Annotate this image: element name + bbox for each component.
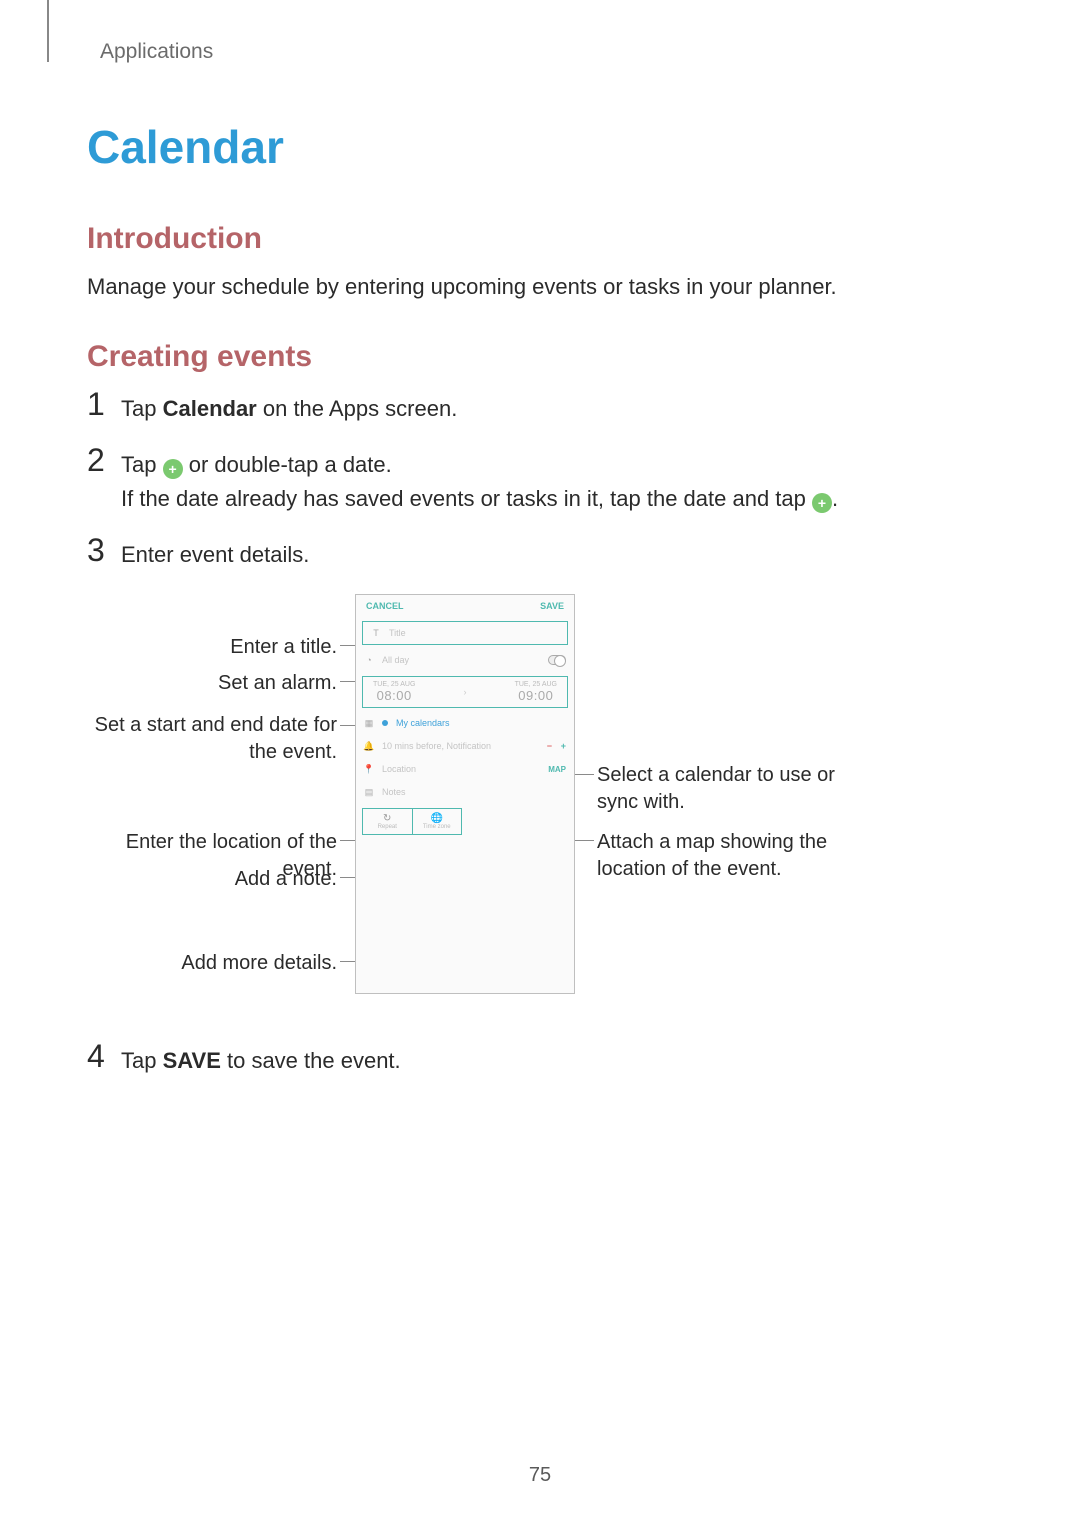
bell-icon: 🔔 bbox=[364, 741, 374, 751]
globe-icon: 🌐 bbox=[413, 813, 462, 824]
step-text: or double-tap a date. bbox=[183, 452, 392, 477]
step-number: 1 bbox=[87, 388, 121, 420]
allday-label: All day bbox=[382, 655, 409, 665]
more-details-row: ↻ Repeat 🌐 Time zone bbox=[362, 808, 462, 835]
phone-top-bar: CANCEL SAVE bbox=[356, 595, 574, 617]
page-tab-marker bbox=[47, 0, 49, 62]
start-time-block[interactable]: TUE, 25 AUG 08:00 bbox=[373, 681, 415, 703]
step-text: If the date already has saved events or … bbox=[121, 486, 812, 511]
page-title: Calendar bbox=[87, 120, 985, 174]
step-4: 4 Tap SAVE to save the event. bbox=[87, 1044, 985, 1078]
allday-toggle[interactable] bbox=[548, 655, 566, 665]
calendar-icon: ▦ bbox=[364, 718, 374, 728]
page-number: 75 bbox=[0, 1464, 1080, 1487]
note-icon: ▤ bbox=[364, 787, 374, 797]
start-date-label: TUE, 25 AUG bbox=[373, 681, 415, 688]
step-text: Tap bbox=[121, 452, 163, 477]
timezone-label: Time zone bbox=[413, 824, 462, 830]
callout-select-calendar: Select a calendar to use or sync with. bbox=[597, 762, 857, 816]
intro-text: Manage your schedule by entering upcomin… bbox=[87, 274, 985, 300]
location-placeholder: Location bbox=[382, 764, 416, 774]
callout-enter-title: Enter a title. bbox=[87, 634, 337, 661]
pin-icon: 📍 bbox=[364, 764, 374, 774]
step-text: to save the event. bbox=[221, 1048, 401, 1073]
step-number: 3 bbox=[87, 534, 121, 566]
step-1: 1 Tap Calendar on the Apps screen. bbox=[87, 392, 985, 426]
step-text-bold: SAVE bbox=[163, 1048, 221, 1073]
title-placeholder: Title bbox=[389, 628, 406, 638]
notification-row[interactable]: 🔔 10 mins before, Notification − + bbox=[356, 735, 574, 758]
step-text: Tap bbox=[121, 396, 163, 421]
step-text: Enter event details. bbox=[121, 542, 309, 567]
title-field[interactable]: T Title bbox=[362, 621, 568, 645]
time-range-row[interactable]: TUE, 25 AUG 08:00 › TUE, 25 AUG 09:00 bbox=[362, 676, 568, 708]
repeat-button[interactable]: ↻ Repeat bbox=[363, 809, 413, 834]
plus-icon: + bbox=[812, 493, 832, 513]
step-text: Tap bbox=[121, 1048, 163, 1073]
end-date-label: TUE, 25 AUG bbox=[515, 681, 557, 688]
step-text: on the Apps screen. bbox=[257, 396, 458, 421]
callout-attach-map: Attach a map showing the location of the… bbox=[597, 829, 857, 883]
location-row[interactable]: 📍 Location MAP bbox=[356, 758, 574, 781]
remove-notification-button[interactable]: − bbox=[547, 741, 552, 751]
callout-set-alarm: Set an alarm. bbox=[87, 670, 337, 697]
repeat-icon: ↻ bbox=[363, 813, 412, 824]
notes-row[interactable]: ▤ Notes bbox=[356, 781, 574, 804]
step-number: 4 bbox=[87, 1040, 121, 1072]
end-time-block[interactable]: TUE, 25 AUG 09:00 bbox=[515, 681, 557, 703]
callout-set-dates: Set a start and end date for the event. bbox=[87, 712, 337, 766]
callout-line bbox=[340, 961, 355, 962]
calendar-color-dot bbox=[382, 720, 388, 726]
timezone-button[interactable]: 🌐 Time zone bbox=[413, 809, 462, 834]
calendar-row[interactable]: ▦ My calendars bbox=[356, 712, 574, 735]
repeat-label: Repeat bbox=[363, 824, 412, 830]
step-text: . bbox=[832, 486, 838, 511]
clock-icon: ◔ bbox=[364, 655, 374, 665]
step-3: 3 Enter event details. bbox=[87, 538, 985, 572]
start-time-value: 08:00 bbox=[373, 688, 415, 703]
notification-text: 10 mins before, Notification bbox=[382, 741, 491, 751]
add-notification-button[interactable]: + bbox=[561, 741, 566, 751]
my-calendars-label: My calendars bbox=[396, 718, 450, 728]
section-heading-creating-events: Creating events bbox=[87, 340, 985, 374]
end-time-value: 09:00 bbox=[515, 688, 557, 703]
save-button[interactable]: SAVE bbox=[540, 601, 564, 611]
allday-row: ◔ All day bbox=[356, 649, 574, 672]
event-details-diagram: Enter a title. Set an alarm. Set a start… bbox=[87, 594, 967, 1014]
chevron-right-icon: › bbox=[464, 687, 467, 697]
step-text-bold: Calendar bbox=[163, 396, 257, 421]
plus-icon: + bbox=[163, 459, 183, 479]
breadcrumb: Applications bbox=[100, 40, 985, 64]
step-number: 2 bbox=[87, 444, 121, 476]
section-heading-introduction: Introduction bbox=[87, 222, 985, 256]
callout-add-more-details: Add more details. bbox=[87, 950, 337, 977]
notes-placeholder: Notes bbox=[382, 787, 406, 797]
text-icon: T bbox=[371, 628, 381, 638]
cancel-button[interactable]: CANCEL bbox=[366, 601, 404, 611]
callout-add-note: Add a note. bbox=[87, 866, 337, 893]
phone-mockup: CANCEL SAVE T Title ◔ All day TUE, 25 AU… bbox=[355, 594, 575, 994]
step-2: 2 Tap + or double-tap a date. If the dat… bbox=[87, 448, 985, 516]
map-chip[interactable]: MAP bbox=[548, 765, 566, 774]
